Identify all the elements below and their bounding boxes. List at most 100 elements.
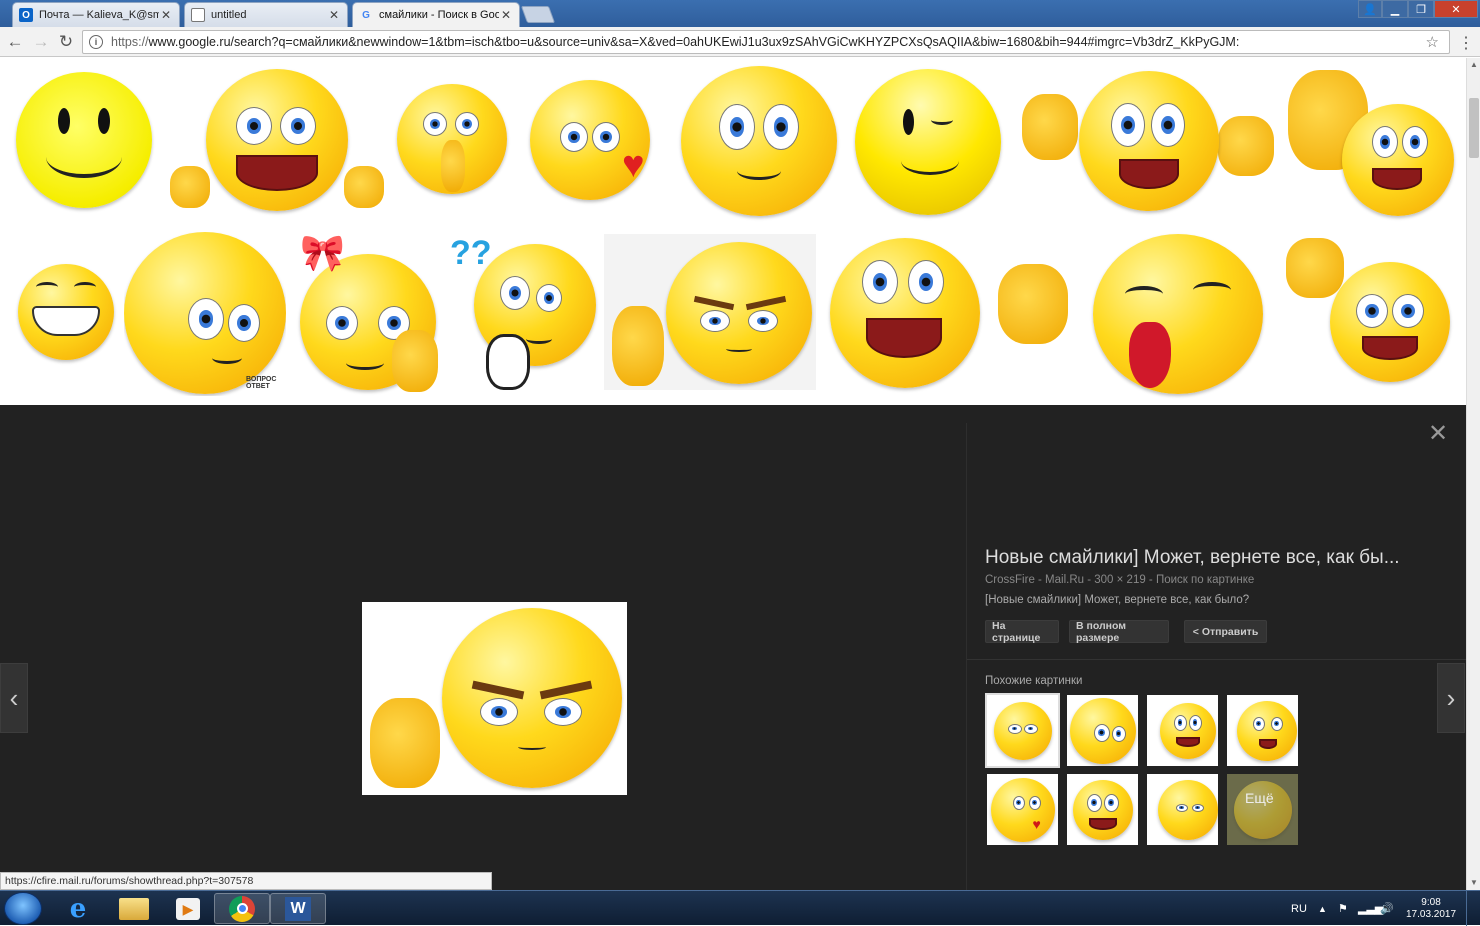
- volume-icon[interactable]: 🔊: [1380, 891, 1394, 926]
- result-thumbnail[interactable]: [1288, 64, 1454, 220]
- result-thumbnail[interactable]: [1284, 232, 1454, 392]
- start-button[interactable]: [4, 892, 42, 925]
- previous-image-button[interactable]: ‹: [0, 663, 28, 733]
- result-thumbnail[interactable]: 🎀: [292, 230, 442, 398]
- bow-icon: 🎀: [300, 232, 345, 273]
- media-player-icon[interactable]: ▶: [160, 893, 216, 924]
- similar-image[interactable]: [1067, 695, 1138, 766]
- chrome-icon[interactable]: [214, 893, 270, 924]
- smiley-image: [397, 84, 507, 194]
- image-info-pane: ✕ Новые смайлики] Может, вернете все, ка…: [966, 422, 1467, 890]
- window-controls: 👤 ▁ ❐ ✕: [1358, 0, 1478, 18]
- scroll-thumb[interactable]: [1469, 98, 1479, 158]
- google-icon: G: [362, 9, 370, 21]
- share-button[interactable]: < Отправить: [1184, 620, 1267, 643]
- image-preview-panel: ‹ › ✕ Новые смайлики] Может, вернете все…: [0, 405, 1467, 890]
- result-thumbnail[interactable]: ♥: [518, 76, 662, 204]
- page-scrollbar[interactable]: ▲ ▼: [1466, 58, 1480, 890]
- similar-image[interactable]: [1147, 695, 1218, 766]
- internet-explorer-icon[interactable]: e: [50, 893, 106, 924]
- info-icon[interactable]: i: [89, 35, 103, 49]
- view-full-size-button[interactable]: В полном размере: [1069, 620, 1169, 644]
- scroll-up-icon[interactable]: ▲: [1467, 58, 1480, 72]
- smiley-image: [1079, 71, 1219, 211]
- visit-page-button[interactable]: На странице: [985, 620, 1059, 644]
- result-thumbnail[interactable]: [678, 64, 840, 218]
- forward-arrow-icon[interactable]: →: [30, 31, 52, 53]
- new-tab-button[interactable]: [520, 6, 556, 23]
- share-button-label: Отправить: [1201, 625, 1259, 638]
- tab-title: Почта — Kalieva_K@sm: [39, 9, 159, 21]
- bookmark-star-icon[interactable]: ☆: [1426, 33, 1439, 51]
- more-label: Ещё: [1245, 790, 1274, 806]
- show-hidden-icons-icon[interactable]: ▲: [1318, 891, 1327, 926]
- tab-title: untitled: [211, 9, 247, 21]
- result-thumbnail-selected[interactable]: [604, 234, 816, 390]
- smiley-image: [1342, 104, 1454, 216]
- result-thumbnail[interactable]: [852, 66, 1004, 218]
- result-thumbnail[interactable]: [14, 70, 154, 210]
- similar-image[interactable]: ♥: [987, 774, 1058, 845]
- result-thumbnail[interactable]: [1084, 230, 1272, 398]
- close-tab-icon[interactable]: ✕: [327, 8, 341, 22]
- heart-icon: ♥: [622, 144, 645, 186]
- close-tab-icon[interactable]: ✕: [499, 8, 513, 22]
- back-arrow-icon[interactable]: ←: [4, 31, 26, 53]
- user-icon[interactable]: 👤: [1358, 0, 1382, 18]
- tab-title: смайлики - Поиск в Goo: [379, 9, 499, 21]
- address-bar[interactable]: i https://www.google.ru/search?q=смайлик…: [82, 30, 1450, 54]
- clock-time: 9:08: [1421, 896, 1441, 908]
- similar-image[interactable]: [1147, 774, 1218, 845]
- watermark-text: ВОПРОС ОТВЕТ: [246, 376, 277, 390]
- tab-strip: O Почта — Kalieva_K@sm ✕ untitled ✕ G см…: [0, 0, 1480, 27]
- reload-icon[interactable]: ↻: [55, 31, 77, 53]
- close-window-button[interactable]: ✕: [1434, 0, 1478, 18]
- scroll-down-icon[interactable]: ▼: [1467, 876, 1480, 890]
- maximize-button[interactable]: ❐: [1408, 0, 1434, 18]
- image-description: [Новые смайлики] Может, вернете все, как…: [985, 594, 1250, 606]
- result-thumbnail[interactable]: ??: [448, 232, 598, 398]
- language-indicator[interactable]: RU: [1291, 891, 1307, 926]
- close-icon[interactable]: ✕: [1427, 422, 1449, 446]
- clock[interactable]: 9:08 17.03.2017: [1406, 891, 1456, 926]
- smiley-image: [830, 238, 980, 388]
- image-results-grid: ♥ ВОПРОС ОТВЕТ 🎀 ??: [0, 58, 1466, 405]
- smiley-image: [1330, 262, 1450, 382]
- minimize-button[interactable]: ▁: [1382, 0, 1408, 18]
- smiley-image: [855, 69, 1001, 215]
- word-icon[interactable]: W: [270, 893, 326, 924]
- smiley-image: [206, 69, 348, 211]
- tab-google-images[interactable]: G смайлики - Поиск в Goo ✕: [352, 2, 520, 27]
- image-title[interactable]: Новые смайлики] Может, вернете все, как …: [985, 547, 1425, 569]
- action-center-flag-icon[interactable]: ⚑: [1338, 891, 1348, 926]
- share-icon: <: [1192, 625, 1199, 638]
- image-meta: CrossFire - Mail.Ru - 300 × 219 - Поиск …: [985, 574, 1255, 586]
- file-explorer-icon[interactable]: [106, 893, 162, 924]
- result-thumbnail[interactable]: [168, 66, 386, 214]
- similar-image[interactable]: [985, 693, 1060, 768]
- status-url-bubble: https://cfire.mail.ru/forums/showthread.…: [0, 872, 492, 890]
- clock-date: 17.03.2017: [1406, 908, 1457, 920]
- windows-taskbar: e ▶ W RU ▲ ⚑ ▂▃▅ 🔊 9:08 17.03.2017: [0, 890, 1480, 926]
- more-similar-button[interactable]: Ещё: [1227, 774, 1298, 845]
- url-text: www.google.ru/search?q=смайлики&newwindo…: [148, 35, 1240, 49]
- tab-mail[interactable]: O Почта — Kalieva_K@sm ✕: [12, 2, 180, 27]
- result-thumbnail[interactable]: [1018, 66, 1280, 216]
- preview-image[interactable]: [362, 602, 627, 795]
- menu-icon[interactable]: ⋮: [1458, 33, 1474, 53]
- close-tab-icon[interactable]: ✕: [159, 8, 173, 22]
- outlook-icon: O: [19, 8, 33, 22]
- similar-image[interactable]: [1067, 774, 1138, 845]
- browser-toolbar: ← → ↻ i https://www.google.ru/search?q=с…: [0, 27, 1480, 57]
- chevron-left-icon: ‹: [9, 682, 19, 713]
- document-icon: [191, 8, 205, 22]
- result-thumbnail[interactable]: [14, 256, 118, 368]
- result-thumbnail[interactable]: [826, 234, 1070, 394]
- smiley-image: [16, 72, 152, 208]
- show-desktop-button[interactable]: [1466, 891, 1480, 926]
- result-thumbnail[interactable]: ВОПРОС ОТВЕТ: [124, 232, 286, 396]
- result-thumbnail[interactable]: [394, 76, 510, 202]
- similar-image[interactable]: [1227, 695, 1298, 766]
- smiley-image: [681, 66, 837, 216]
- tab-untitled[interactable]: untitled ✕: [184, 2, 348, 27]
